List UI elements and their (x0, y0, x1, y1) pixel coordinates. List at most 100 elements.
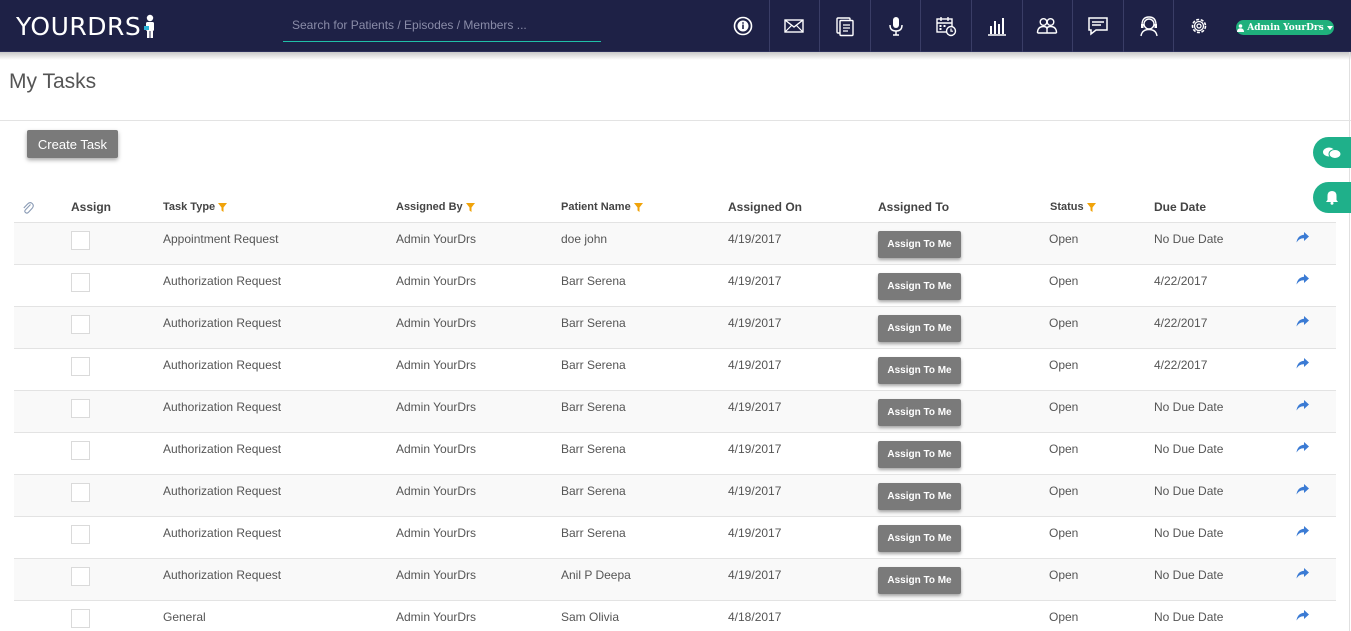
group-icon[interactable] (1021, 0, 1073, 52)
assign-checkbox[interactable] (71, 273, 90, 292)
assign-to-me-button[interactable]: Assign To Me (878, 315, 961, 342)
cell-task-type[interactable]: Authorization Request (163, 568, 281, 582)
share-forward-icon[interactable] (1296, 232, 1309, 243)
cell-assigned-by: Admin YourDrs (396, 358, 477, 372)
microphone-icon[interactable] (869, 0, 921, 52)
assign-checkbox[interactable] (71, 315, 90, 334)
cell-due-date: No Due Date (1154, 568, 1224, 582)
table-row: Appointment Request Admin YourDrs doe jo… (14, 223, 1336, 265)
reports-chart-icon[interactable] (970, 0, 1022, 52)
calendar-clock-icon[interactable] (920, 0, 971, 52)
table-row: Authorization Request Admin YourDrs Barr… (14, 307, 1336, 349)
assign-to-me-button[interactable]: Assign To Me (878, 567, 961, 594)
header-assigned-on: Assigned On (728, 200, 803, 214)
cell-due-date: No Due Date (1154, 232, 1224, 246)
assign-checkbox[interactable] (71, 231, 90, 250)
cell-patient-name: Barr Serena (561, 526, 626, 540)
create-task-button[interactable]: Create Task (27, 130, 118, 158)
cell-status: Open (1049, 274, 1079, 288)
cell-assigned-on: 4/19/2017 (728, 484, 782, 498)
cell-patient-name: Anil P Deepa (561, 568, 631, 582)
assign-to-me-button[interactable]: Assign To Me (878, 441, 961, 468)
cell-due-date: 4/22/2017 (1154, 274, 1208, 288)
chat-icon[interactable] (1072, 0, 1123, 52)
user-menu-button[interactable]: Admin YourDrs (1236, 20, 1334, 35)
filter-icon[interactable] (1086, 202, 1096, 212)
mail-icon[interactable] (768, 0, 820, 52)
header-patient-name-label: Patient Name (561, 201, 631, 213)
share-forward-icon[interactable] (1296, 610, 1309, 621)
assign-checkbox[interactable] (71, 441, 90, 460)
cell-task-type[interactable]: Appointment Request (163, 232, 278, 246)
cell-patient-name: Barr Serena (561, 400, 626, 414)
cell-task-type[interactable]: Authorization Request (163, 358, 281, 372)
share-forward-icon[interactable] (1296, 526, 1309, 537)
info-icon[interactable] (718, 0, 769, 52)
filter-icon[interactable] (633, 202, 643, 212)
assign-checkbox[interactable] (71, 483, 90, 502)
header-patient-name[interactable]: Patient Name (561, 201, 643, 213)
assign-to-me-button[interactable]: Assign To Me (878, 231, 961, 258)
cell-due-date: No Due Date (1154, 400, 1224, 414)
share-forward-icon[interactable] (1296, 442, 1309, 453)
assign-to-me-button[interactable]: Assign To Me (878, 273, 961, 300)
table-row: Authorization Request Admin YourDrs Barr… (14, 433, 1336, 475)
cell-patient-name: Barr Serena (561, 358, 626, 372)
settings-gear-icon[interactable] (1173, 0, 1224, 52)
assign-to-me-button[interactable]: Assign To Me (878, 483, 961, 510)
header-task-type[interactable]: Task Type (163, 201, 228, 213)
header-status-label: Status (1050, 201, 1084, 213)
navbar-shadow (0, 52, 1351, 60)
assign-checkbox[interactable] (71, 609, 90, 628)
tasks-table: Assign Task Type Assigned By Patient Nam… (14, 193, 1336, 631)
cell-assigned-by: Admin YourDrs (396, 568, 477, 582)
cell-assigned-by: Admin YourDrs (396, 316, 477, 330)
table-row: Authorization Request Admin YourDrs Barr… (14, 391, 1336, 433)
assign-checkbox[interactable] (71, 525, 90, 544)
assign-checkbox[interactable] (71, 567, 90, 586)
cell-due-date: No Due Date (1154, 442, 1224, 456)
cell-status: Open (1049, 316, 1079, 330)
yourdrs-logo[interactable]: YOURDRS (16, 12, 157, 41)
cell-task-type[interactable]: General (163, 610, 206, 624)
assign-checkbox[interactable] (71, 357, 90, 376)
cell-task-type[interactable]: Authorization Request (163, 400, 281, 414)
share-forward-icon[interactable] (1296, 358, 1309, 369)
support-icon[interactable] (1122, 0, 1174, 52)
cell-due-date: No Due Date (1154, 484, 1224, 498)
caret-down-icon (1326, 25, 1333, 30)
search-input[interactable] (283, 10, 601, 40)
cell-patient-name: Barr Serena (561, 484, 626, 498)
assign-to-me-button[interactable]: Assign To Me (878, 357, 961, 384)
share-forward-icon[interactable] (1296, 274, 1309, 285)
share-forward-icon[interactable] (1296, 568, 1309, 579)
cell-status: Open (1049, 568, 1079, 582)
cell-assigned-by: Admin YourDrs (396, 526, 477, 540)
cell-task-type[interactable]: Authorization Request (163, 526, 281, 540)
header-assigned-by[interactable]: Assigned By (396, 201, 475, 213)
cell-task-type[interactable]: Authorization Request (163, 442, 281, 456)
cell-patient-name: Barr Serena (561, 316, 626, 330)
share-forward-icon[interactable] (1296, 484, 1309, 495)
documents-icon[interactable] (819, 0, 870, 52)
cell-status: Open (1049, 610, 1079, 624)
nav-icon-bar (718, 0, 1224, 52)
cell-assigned-on: 4/19/2017 (728, 232, 782, 246)
cell-task-type[interactable]: Authorization Request (163, 316, 281, 330)
assign-to-me-button[interactable]: Assign To Me (878, 525, 961, 552)
cell-status: Open (1049, 526, 1079, 540)
cell-due-date: No Due Date (1154, 526, 1224, 540)
assign-checkbox[interactable] (71, 399, 90, 418)
table-row: Authorization Request Admin YourDrs Barr… (14, 265, 1336, 307)
header-status[interactable]: Status (1050, 201, 1096, 213)
share-forward-icon[interactable] (1296, 316, 1309, 327)
filter-icon[interactable] (465, 202, 475, 212)
user-name: Admin YourDrs (1247, 22, 1324, 33)
assign-to-me-button[interactable]: Assign To Me (878, 399, 961, 426)
cell-task-type[interactable]: Authorization Request (163, 274, 281, 288)
header-task-type-label: Task Type (163, 201, 216, 213)
share-forward-icon[interactable] (1296, 400, 1309, 411)
cell-task-type[interactable]: Authorization Request (163, 484, 281, 498)
chat-bubbles-side-tab[interactable] (1313, 137, 1351, 168)
filter-icon[interactable] (218, 202, 228, 212)
